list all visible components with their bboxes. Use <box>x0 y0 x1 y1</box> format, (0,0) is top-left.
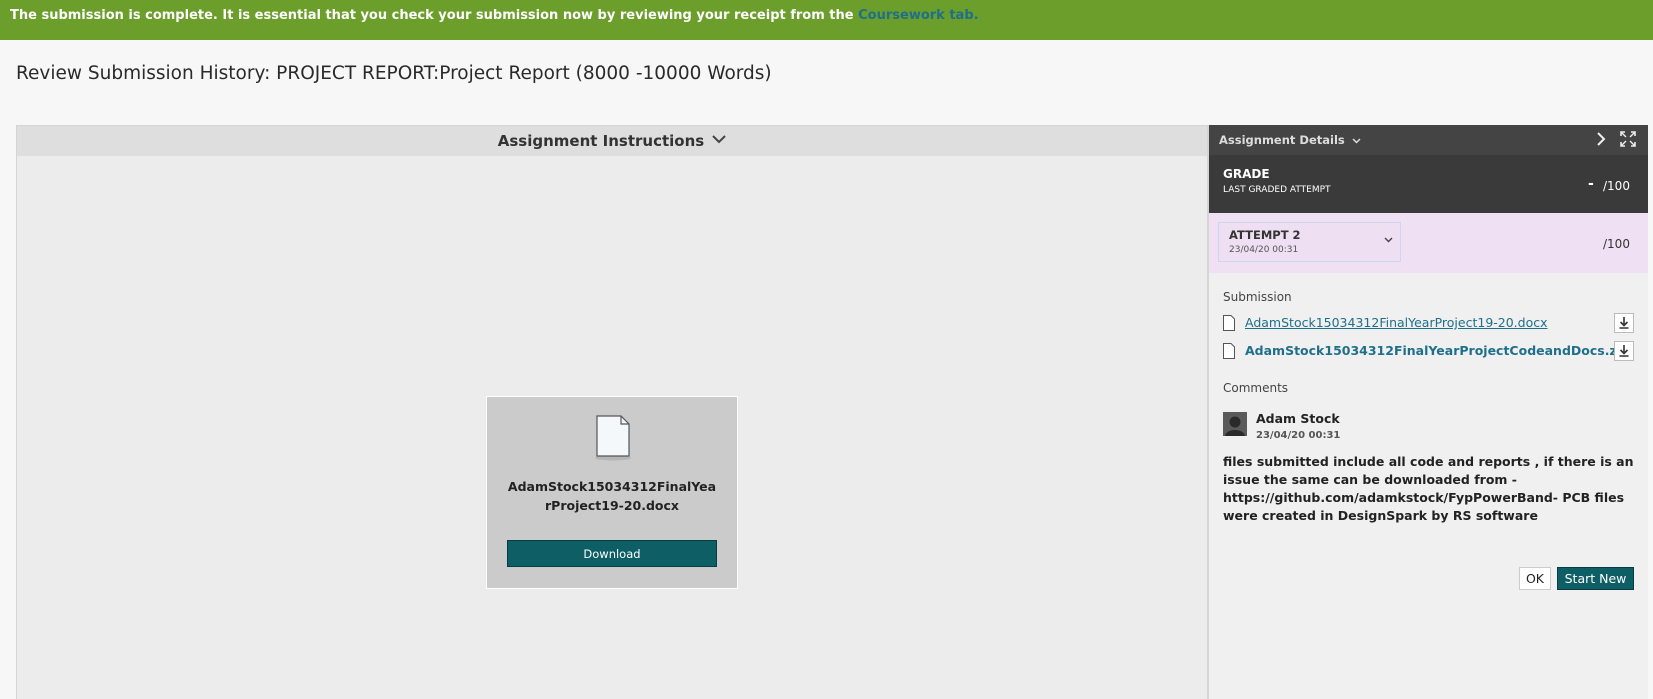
submission-file-row: AdamStock15034312FinalYearProjectCodeand… <box>1223 341 1638 363</box>
chevron-down-icon <box>712 133 726 148</box>
file-icon <box>1223 343 1235 363</box>
attempt-date: 23/04/20 00:31 <box>1229 245 1299 255</box>
attempt-row: ATTEMPT 2 23/04/20 00:31 /100 <box>1209 213 1648 273</box>
start-new-button[interactable]: Start New <box>1557 567 1634 590</box>
submission-file-link[interactable]: AdamStock15034312FinalYearProjectCodeand… <box>1245 343 1630 358</box>
page-title: Review Submission History: PROJECT REPOR… <box>16 63 772 84</box>
ok-button[interactable]: OK <box>1519 567 1551 590</box>
download-icon[interactable] <box>1614 341 1634 361</box>
avatar <box>1223 412 1247 436</box>
comment-date: 23/04/20 00:31 <box>1256 430 1341 441</box>
attempt-max: /100 <box>1603 237 1630 251</box>
fullscreen-expand-icon[interactable] <box>1620 131 1636 150</box>
submission-file-row: AdamStock15034312FinalYearProject19-20.d… <box>1223 313 1638 335</box>
attempt-title: ATTEMPT 2 <box>1229 228 1301 242</box>
submission-file-link[interactable]: AdamStock15034312FinalYearProject19-20.d… <box>1245 315 1548 330</box>
file-icon <box>1223 315 1235 335</box>
grade-summary: GRADE LAST GRADED ATTEMPT - /100 <box>1209 155 1648 213</box>
grade-max: /100 <box>1603 179 1630 193</box>
grade-value: - <box>1588 176 1594 192</box>
grade-title: GRADE <box>1223 167 1270 181</box>
attempt-selector[interactable]: ATTEMPT 2 23/04/20 00:31 <box>1218 222 1401 262</box>
chevron-down-icon <box>1384 235 1393 246</box>
submission-preview-panel: Assignment Instructions AdamStock1503431… <box>16 125 1208 699</box>
preview-file-name: AdamStock15034312FinalYearProject19-20.d… <box>507 479 717 513</box>
chevron-right-icon[interactable] <box>1595 130 1607 151</box>
comment-author: Adam Stock <box>1256 411 1340 426</box>
assignment-details-label: Assignment Details <box>1219 133 1345 147</box>
assignment-instructions-label: Assignment Instructions <box>497 132 705 150</box>
chevron-down-icon <box>1349 136 1361 147</box>
coursework-tab-link[interactable]: Coursework tab. <box>858 8 978 23</box>
submission-label: Submission <box>1223 290 1292 304</box>
grade-subtitle: LAST GRADED ATTEMPT <box>1223 185 1331 195</box>
assignment-details-panel: Assignment Details GRADE LAST GRADED ATT… <box>1208 125 1648 699</box>
download-button[interactable]: Download <box>507 540 717 567</box>
comment-text: files submitted include all code and rep… <box>1223 454 1634 523</box>
assignment-details-toggle[interactable]: Assignment Details <box>1219 133 1361 147</box>
banner-message: The submission is complete. It is essent… <box>10 8 859 23</box>
download-icon[interactable] <box>1614 313 1634 333</box>
assignment-instructions-toggle[interactable]: Assignment Instructions <box>17 126 1207 156</box>
assignment-details-header: Assignment Details <box>1209 125 1648 155</box>
submission-complete-banner: The submission is complete. It is essent… <box>0 0 1653 40</box>
comments-label: Comments <box>1223 381 1289 395</box>
file-preview-card: AdamStock15034312FinalYearProject19-20.d… <box>486 396 738 589</box>
document-icon <box>593 415 633 465</box>
